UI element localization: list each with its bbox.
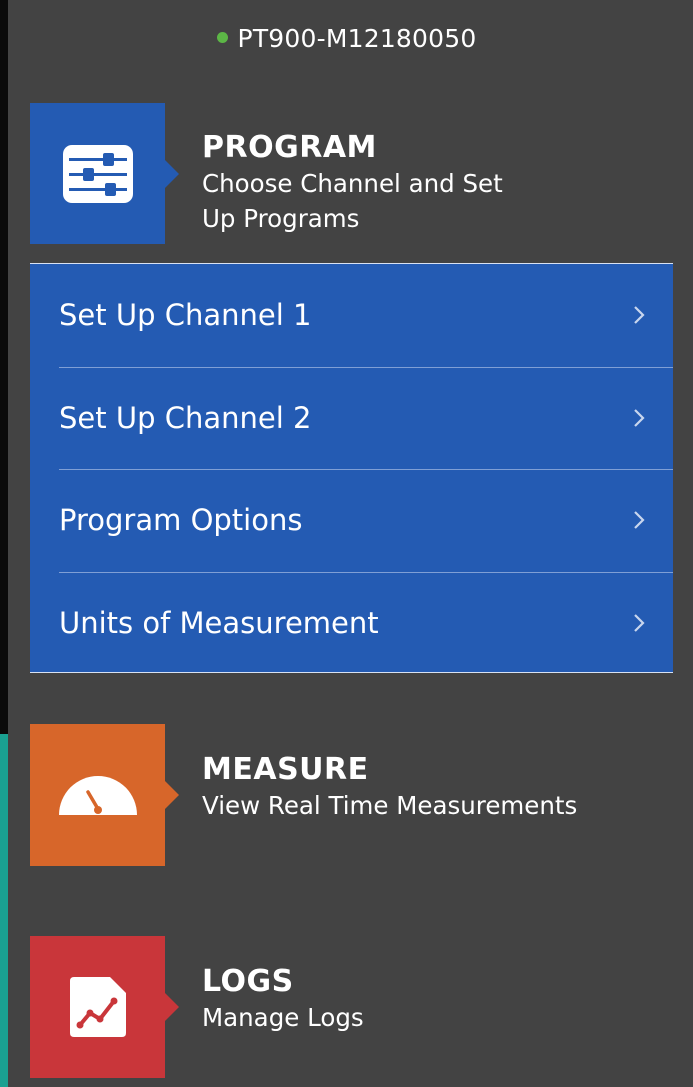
accent-strip [0, 734, 8, 1087]
menu-item-set-up-channel-2[interactable]: Set Up Channel 2 [30, 366, 673, 470]
measure-subtitle: View Real Time Measurements [202, 791, 578, 820]
measure-title: MEASURE [202, 752, 369, 787]
program-subtitle-line1: Choose Channel and Set [202, 169, 503, 198]
chart-document-icon [69, 977, 126, 1037]
pointer-arrow [164, 780, 179, 810]
menu-item-units-of-measurement[interactable]: Units of Measurement [30, 571, 673, 675]
program-icon-tile[interactable] [30, 103, 179, 244]
chevron-right-icon [634, 408, 645, 427]
device-name: PT900-M12180050 [237, 24, 477, 53]
menu-item-set-up-channel-1[interactable]: Set Up Channel 1 [30, 264, 673, 367]
program-subtitle-line2: Up Programs [202, 204, 360, 233]
menu-item-label: Units of Measurement [59, 605, 379, 640]
logs-subtitle: Manage Logs [202, 1003, 364, 1032]
program-submenu: Set Up Channel 1 Set Up Channel 2 Progra… [30, 263, 673, 673]
program-subtitle: Choose Channel and Set Up Programs [202, 166, 562, 236]
device-status: PT900-M12180050 [0, 24, 693, 53]
status-dot-icon [216, 31, 228, 43]
logs-icon-tile[interactable] [30, 936, 179, 1078]
chevron-right-icon [634, 511, 645, 530]
logs-title: LOGS [202, 964, 294, 999]
program-section[interactable]: PROGRAM Choose Channel and Set Up Progra… [202, 130, 562, 236]
gauge-icon [58, 776, 137, 815]
chevron-right-icon [634, 613, 645, 632]
program-title: PROGRAM [202, 130, 377, 165]
pointer-arrow [164, 992, 179, 1022]
menu-item-label: Program Options [59, 503, 303, 538]
menu-item-label: Set Up Channel 2 [59, 400, 312, 435]
menu-item-program-options[interactable]: Program Options [30, 469, 673, 572]
chevron-right-icon [634, 306, 645, 325]
menu-item-label: Set Up Channel 1 [59, 298, 312, 333]
measure-icon-tile[interactable] [30, 724, 179, 866]
logs-section[interactable]: LOGS Manage Logs [202, 964, 364, 1035]
sliders-icon [62, 144, 133, 203]
pointer-arrow [164, 158, 179, 189]
measure-section[interactable]: MEASURE View Real Time Measurements [202, 752, 577, 823]
app-screen: PT900-M12180050 PROGRAM Choose Channel a… [0, 0, 693, 1087]
